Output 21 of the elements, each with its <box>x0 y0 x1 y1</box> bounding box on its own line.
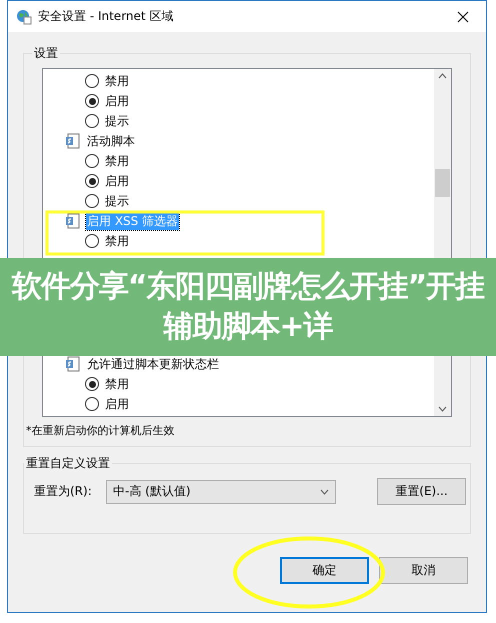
option-label: 启用 <box>104 396 130 412</box>
setting-title[interactable]: 活动脚本 <box>86 132 136 150</box>
group-label: 重置自定义设置 <box>25 455 111 472</box>
field-label: 重置为(R): <box>34 483 93 500</box>
ok-button[interactable]: 确定 <box>280 557 369 584</box>
level-dropdown[interactable]: 中-高 (默认值) <box>106 480 336 504</box>
option-label: 提示 <box>104 192 130 210</box>
option-label: 禁用 <box>104 72 130 90</box>
option-label: 禁用 <box>104 152 130 170</box>
setting-title[interactable]: 允许通过脚本更新状态栏 <box>86 356 220 372</box>
restart-note: *在重新启动你的计算机后生效 <box>26 423 176 438</box>
cancel-button[interactable]: 取消 <box>379 557 468 584</box>
option-label: 启用 <box>104 172 130 190</box>
window-title: 安全设置 - Internet 区域 <box>38 8 174 25</box>
reset-button[interactable]: 重置(E)... <box>377 478 466 505</box>
banner-title: 软件分享“东阳四副牌怎么开挂”开挂辅助脚本+详 <box>10 268 486 346</box>
group-label: 设置 <box>33 45 59 62</box>
option-label: 提示 <box>104 112 130 130</box>
option-label: 禁用 <box>104 232 130 250</box>
option-label: 禁用 <box>104 376 130 392</box>
option-label: 启用 <box>104 92 130 110</box>
